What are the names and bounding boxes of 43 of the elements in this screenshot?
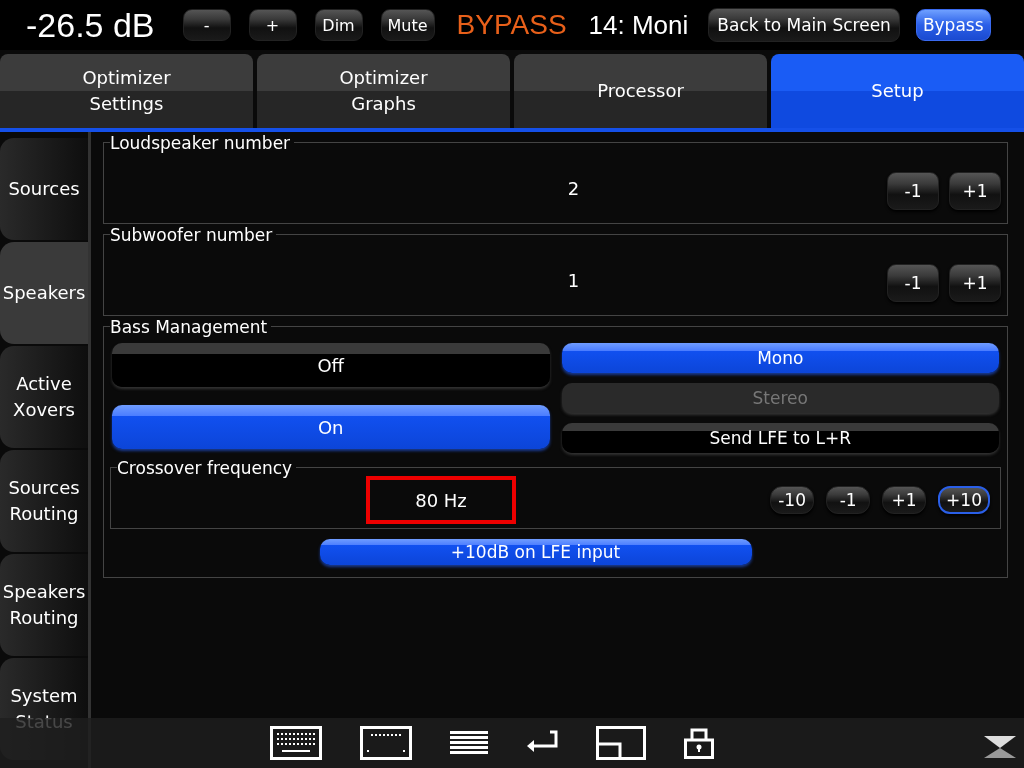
step-button[interactable]: -1 bbox=[887, 264, 939, 302]
sidebar-item[interactable]: Sources Routing bbox=[0, 450, 88, 552]
option-button[interactable]: Off bbox=[112, 343, 550, 387]
bypass-button[interactable]: Bypass bbox=[915, 9, 991, 41]
step-button[interactable]: -10 bbox=[770, 486, 815, 514]
counter-value: 2 bbox=[566, 177, 581, 199]
sidebar-item[interactable]: Active Xovers bbox=[0, 346, 88, 448]
control-button[interactable]: + bbox=[248, 9, 297, 41]
tab[interactable]: Optimizer Settings bbox=[0, 54, 253, 128]
control-button[interactable]: Mute bbox=[380, 9, 435, 41]
tab[interactable]: Optimizer Graphs bbox=[257, 54, 510, 128]
group-title: Loudspeaker number bbox=[110, 133, 295, 153]
sidebar-item[interactable]: Speakers Routing bbox=[0, 554, 88, 656]
sidebar-item[interactable]: Sources bbox=[0, 138, 88, 240]
bypass-status: BYPASS bbox=[456, 9, 567, 41]
lfe-toggle[interactable]: +10dB on LFE input bbox=[319, 539, 752, 565]
sidebar-item[interactable]: Speakers bbox=[0, 242, 88, 344]
preset-name: 14: Moni bbox=[588, 9, 689, 41]
step-button[interactable]: -1 bbox=[887, 172, 939, 210]
keyboard-icon[interactable] bbox=[270, 726, 322, 760]
tab[interactable]: Processor bbox=[514, 54, 767, 128]
control-button[interactable]: - bbox=[182, 9, 231, 41]
frequency-value: 80 Hz bbox=[366, 476, 516, 524]
step-button[interactable]: +1 bbox=[949, 172, 1001, 210]
list-icon[interactable] bbox=[450, 731, 488, 755]
step-button[interactable]: +1 bbox=[949, 264, 1001, 302]
window-icon[interactable] bbox=[596, 726, 646, 760]
option-button[interactable]: Mono bbox=[561, 343, 999, 373]
group-title: Bass Management bbox=[110, 317, 272, 337]
step-button[interactable]: +10 bbox=[938, 486, 990, 514]
level-readout: -26.5 dB bbox=[26, 5, 155, 45]
lock-icon[interactable] bbox=[684, 727, 714, 759]
group-title: Crossover frequency bbox=[117, 458, 297, 478]
control-button[interactable]: Dim bbox=[314, 9, 363, 41]
back-button[interactable]: Back to Main Screen bbox=[708, 8, 900, 42]
tab[interactable]: Setup bbox=[771, 54, 1024, 128]
option-button[interactable]: Send LFE to L+R bbox=[561, 423, 999, 453]
counter-value: 1 bbox=[566, 269, 581, 291]
keypad-icon[interactable] bbox=[360, 726, 412, 760]
collapse-icon[interactable] bbox=[984, 736, 1016, 758]
step-button[interactable]: +1 bbox=[882, 486, 927, 514]
step-button[interactable]: -1 bbox=[826, 486, 871, 514]
option-button[interactable]: On bbox=[112, 405, 550, 449]
